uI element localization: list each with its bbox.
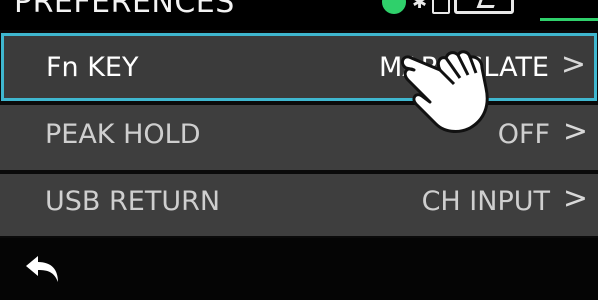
chevron-right-icon: > — [562, 114, 588, 149]
menu-item-value: CH INPUT — [421, 186, 550, 217]
page-title: PREFERENCES — [14, 0, 235, 20]
back-button[interactable] — [24, 252, 68, 286]
level-meter-icon — [540, 0, 598, 21]
menu-item-value: MARK/SLATE — [378, 52, 549, 83]
menu-item-label: PEAK HOLD — [45, 119, 201, 150]
menu-item-usb-return[interactable]: USB RETURN CH INPUT > — [0, 174, 598, 236]
bluetooth-icon: ✱ — [412, 0, 428, 13]
back-arrow-icon — [26, 256, 58, 282]
menu-item-fn-key[interactable]: Fn KEY MARK/SLATE > — [1, 33, 597, 101]
status-dot-icon — [382, 0, 406, 14]
lock-icon — [432, 0, 450, 14]
menu-item-value: OFF — [497, 119, 550, 150]
device-screen: PREFERENCES ✱ Fn KEY MARK/SLATE > PEAK H… — [0, 0, 598, 300]
menu-item-peak-hold[interactable]: PEAK HOLD OFF > — [0, 105, 598, 170]
menu-item-label: USB RETURN — [45, 186, 221, 217]
bottom-bar — [0, 238, 598, 300]
battery-icon — [454, 0, 514, 14]
screen-header: PREFERENCES ✱ — [0, 0, 598, 30]
chevron-right-icon: > — [560, 47, 586, 82]
chevron-right-icon: > — [562, 181, 588, 216]
menu-item-label: Fn KEY — [46, 52, 139, 83]
